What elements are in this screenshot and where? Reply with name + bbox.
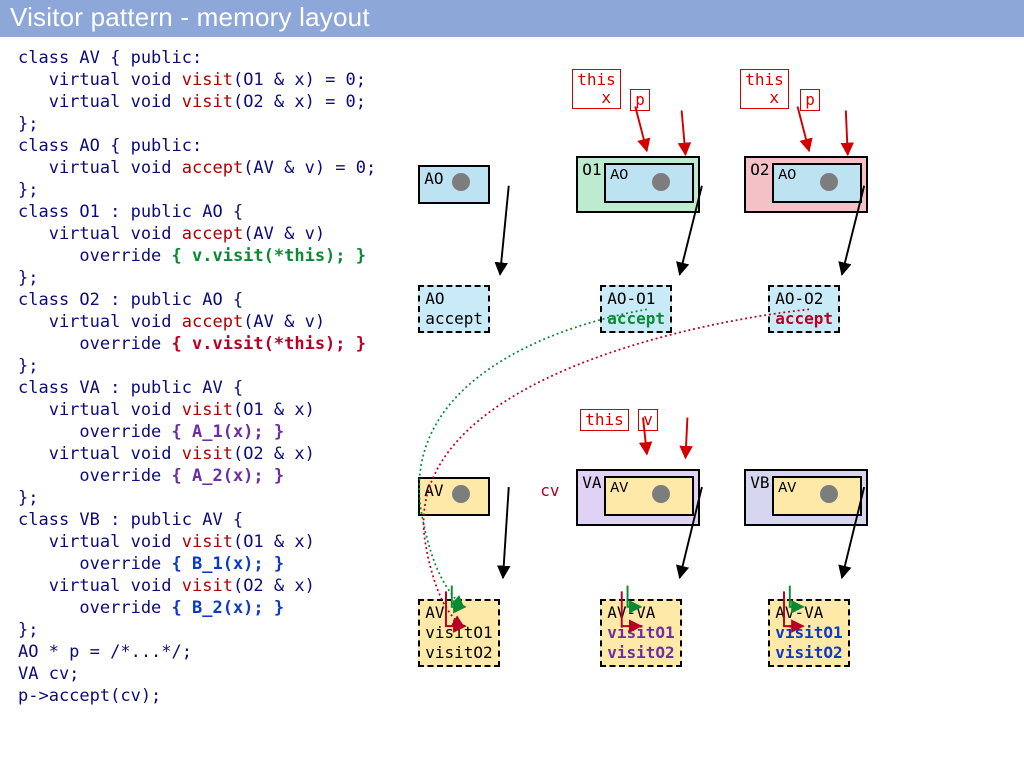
vtable-ao-h: AO xyxy=(425,289,444,308)
vtable-ao-o1: AO-O1 accept xyxy=(600,285,672,333)
box-ao-label: AO xyxy=(424,169,443,188)
box-o1-sub: AO xyxy=(604,163,694,203)
title-bar: Visitor pattern - memory layout xyxy=(0,0,1024,37)
ann-v: v xyxy=(638,409,658,431)
ann-this-x-1: this x xyxy=(572,69,621,109)
ann-this-x-2: this x xyxy=(740,69,789,109)
box-vb-sub-label: AV xyxy=(778,480,796,497)
vtable-ao-o2-accept: accept xyxy=(775,309,833,328)
vtable-av: AV visitO1 visitO2 xyxy=(418,599,499,667)
vtable-av-h: AV xyxy=(425,603,444,622)
content: class AV { public: virtual void visit(O1… xyxy=(0,37,1024,771)
vtable-ao-o1-h: AO-O1 xyxy=(607,289,655,308)
vtable-ao-accept: accept xyxy=(425,309,483,328)
ann-cv: cv xyxy=(540,481,559,500)
box-vb-sub: AV xyxy=(772,476,862,516)
ann-p-1: p xyxy=(630,89,650,111)
vtable-av-va-v1: visitO1 xyxy=(607,623,674,642)
vtable-av-va: AV-VA visitO1 visitO2 xyxy=(600,599,681,667)
memory-diagram: this x p this x p AO O1 AO O2 AO AO acce… xyxy=(382,37,1024,771)
box-o2-sub: AO xyxy=(772,163,862,203)
box-o1-label: O1 xyxy=(582,160,601,179)
vtable-av-vb-v1: visitO1 xyxy=(775,623,842,642)
box-o2-label: O2 xyxy=(750,160,769,179)
vtable-ao: AO accept xyxy=(418,285,490,333)
box-o1-sub-label: AO xyxy=(610,167,628,184)
box-o2-sub-label: AO xyxy=(778,167,796,184)
vtable-av-v2: visitO2 xyxy=(425,643,492,662)
vtable-ao-o1-accept: accept xyxy=(607,309,665,328)
box-va-sub: AV xyxy=(604,476,694,516)
vtable-av-va-h: AV-VA xyxy=(607,603,655,622)
ann-p-2: p xyxy=(800,89,820,111)
vtable-av-vb: AV-VA visitO1 visitO2 xyxy=(768,599,849,667)
vtable-av-vb-h: AV-VA xyxy=(775,603,823,622)
vtable-av-va-v2: visitO2 xyxy=(607,643,674,662)
box-va-label: VA xyxy=(582,473,601,492)
vtable-ao-o2-h: AO-O2 xyxy=(775,289,823,308)
box-va-sub-label: AV xyxy=(610,480,628,497)
vtable-av-v1: visitO1 xyxy=(425,623,492,642)
box-vb-label: VB xyxy=(750,473,769,492)
ann-this-3: this xyxy=(580,409,629,431)
code-listing: class AV { public: virtual void visit(O1… xyxy=(0,37,382,771)
box-av-label: AV xyxy=(424,481,443,500)
vtable-av-vb-v2: visitO2 xyxy=(775,643,842,662)
vtable-ao-o2: AO-O2 accept xyxy=(768,285,840,333)
